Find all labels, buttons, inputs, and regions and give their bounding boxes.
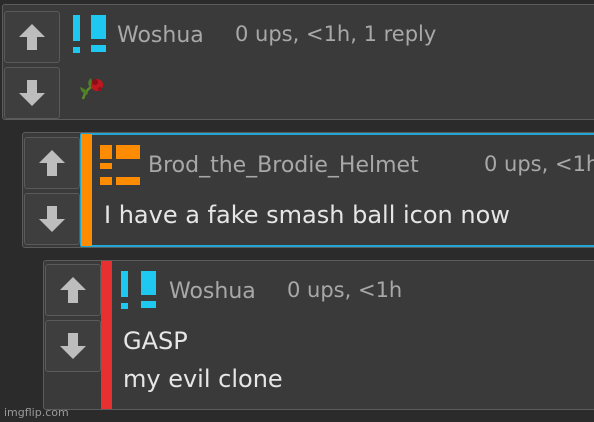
comment-text: I have a fake smash ball icon now bbox=[104, 201, 510, 229]
comment-meta: 0 ups, <1h bbox=[484, 152, 594, 176]
comment-meta: 0 ups, <1h, 1 reply bbox=[235, 22, 437, 46]
downvote-button[interactable] bbox=[24, 193, 80, 245]
comment-body: Woshua 0 ups, <1h, 1 reply bbox=[61, 5, 594, 119]
avatar-icon bbox=[100, 145, 140, 185]
avatar[interactable] bbox=[117, 269, 161, 317]
watermark: imgflip.com bbox=[4, 406, 69, 419]
avatar[interactable] bbox=[98, 143, 144, 193]
avatar-icon bbox=[121, 271, 156, 309]
vote-controls bbox=[45, 264, 101, 376]
downvote-button[interactable] bbox=[45, 320, 101, 372]
username[interactable]: Brod_the_Brodie_Helmet bbox=[148, 153, 419, 178]
vote-controls bbox=[4, 11, 60, 119]
comment-body: Brod_the_Brodie_Helmet 0 ups, <1h I have… bbox=[80, 133, 594, 247]
comment-text-line-1: GASP bbox=[123, 327, 188, 355]
arrow-up-icon bbox=[60, 277, 86, 303]
downvote-button[interactable] bbox=[4, 67, 60, 119]
avatar-icon bbox=[73, 15, 106, 53]
username[interactable]: Woshua bbox=[169, 279, 256, 304]
comment-meta: 0 ups, <1h bbox=[287, 278, 403, 302]
arrow-down-icon bbox=[39, 206, 65, 232]
vote-controls bbox=[24, 137, 80, 245]
upvote-button[interactable] bbox=[24, 137, 80, 189]
comment-2: Brod_the_Brodie_Helmet 0 ups, <1h I have… bbox=[22, 132, 594, 248]
arrow-down-icon bbox=[60, 333, 86, 359]
comment-1: Woshua 0 ups, <1h, 1 reply bbox=[2, 4, 594, 120]
accent-bar bbox=[81, 134, 92, 246]
arrow-up-icon bbox=[19, 24, 45, 50]
comment-text-line-2: my evil clone bbox=[123, 365, 283, 393]
username[interactable]: Woshua bbox=[117, 23, 204, 48]
accent-bar bbox=[101, 261, 112, 409]
upvote-button[interactable] bbox=[45, 264, 101, 316]
upvote-button[interactable] bbox=[4, 11, 60, 63]
avatar[interactable] bbox=[67, 13, 111, 61]
arrow-up-icon bbox=[39, 150, 65, 176]
wilted-rose-icon bbox=[73, 69, 109, 109]
arrow-down-icon bbox=[19, 80, 45, 106]
comment-3: Woshua 0 ups, <1h GASP my evil clone bbox=[43, 260, 594, 410]
comment-body: Woshua 0 ups, <1h GASP my evil clone bbox=[101, 261, 594, 409]
